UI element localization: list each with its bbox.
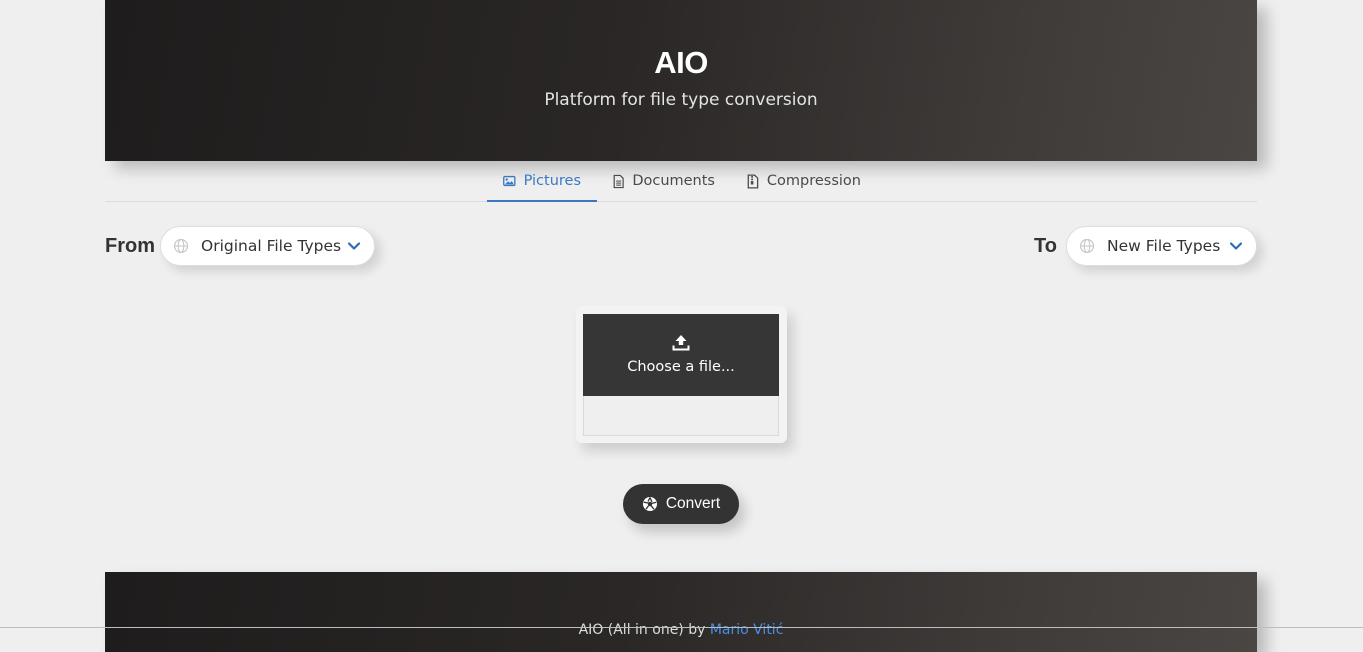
- aperture-icon: [642, 497, 657, 511]
- tab-documents[interactable]: Documents: [597, 161, 731, 201]
- from-label: From: [105, 235, 155, 257]
- globe-icon: [1079, 238, 1095, 254]
- app-subtitle: Platform for file type conversion: [544, 90, 818, 110]
- chevron-down-icon: [348, 242, 360, 250]
- zip-file-icon: [747, 173, 759, 189]
- choose-file-button[interactable]: Choose a file...: [583, 314, 779, 396]
- tab-label: Pictures: [523, 172, 581, 189]
- category-tabs: Pictures Documents Compression: [105, 161, 1257, 202]
- file-name-display: [583, 396, 779, 436]
- footer-text: AIO (All in one) by: [578, 622, 710, 638]
- chevron-down-icon: [1230, 242, 1242, 250]
- app-title: AIO: [654, 45, 708, 80]
- original-file-type-select[interactable]: Original File Types: [160, 226, 375, 266]
- tab-pictures[interactable]: Pictures: [487, 161, 597, 202]
- image-icon: [503, 175, 516, 186]
- footer-credit: AIO (All in one) by Mario Vitić: [105, 622, 1257, 638]
- convert-button[interactable]: Convert: [623, 484, 739, 524]
- globe-icon: [173, 238, 189, 254]
- tab-label: Compression: [766, 173, 861, 189]
- author-link[interactable]: Mario Vitić: [710, 622, 784, 638]
- new-file-type-select[interactable]: New File Types: [1066, 226, 1257, 266]
- hero-banner: AIO Platform for file type conversion: [105, 0, 1257, 161]
- document-icon: [613, 174, 624, 188]
- file-upload-box: Choose a file...: [576, 306, 787, 443]
- convert-label: Convert: [665, 495, 721, 512]
- tab-compression[interactable]: Compression: [731, 161, 877, 201]
- tab-label: Documents: [632, 173, 715, 189]
- select-value: New File Types: [1107, 237, 1221, 255]
- choose-file-label: Choose a file...: [627, 359, 735, 375]
- to-label: To: [1034, 235, 1057, 257]
- footer: AIO (All in one) by Mario Vitić: [105, 572, 1257, 652]
- select-value: Original File Types: [201, 237, 342, 255]
- upload-icon: [672, 335, 690, 351]
